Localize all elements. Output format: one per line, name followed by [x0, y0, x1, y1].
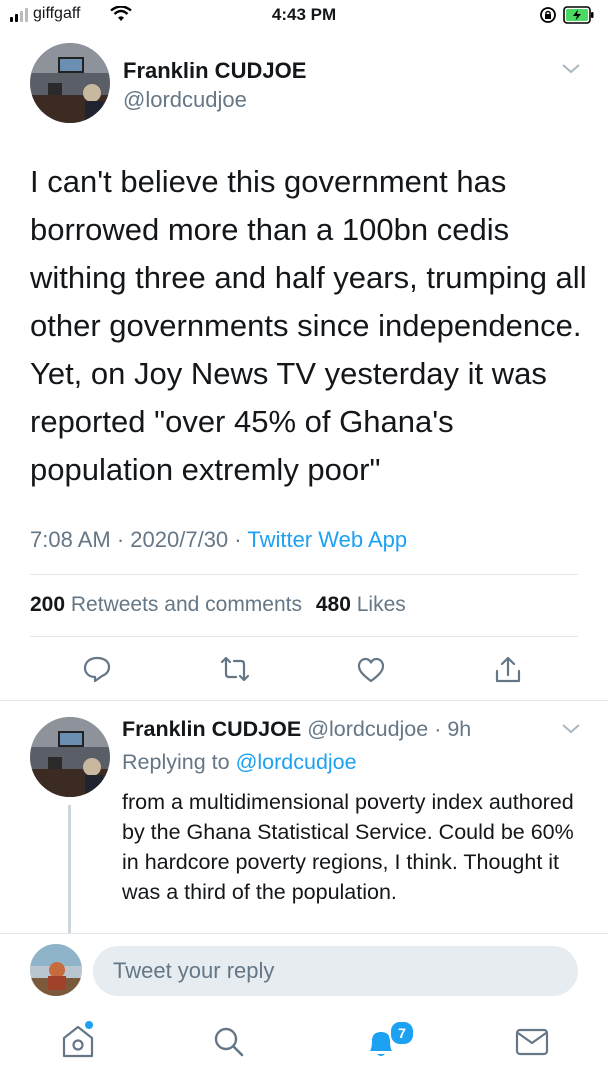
divider — [0, 700, 608, 701]
reply-author-name[interactable]: Franklin CUDJOE — [122, 717, 301, 741]
replying-to: Replying to @lordcudjoe — [122, 750, 357, 775]
replying-to-label: Replying to — [122, 750, 230, 774]
retweets-label: Retweets and comments — [70, 593, 302, 616]
home-icon[interactable] — [59, 1020, 97, 1060]
messages-envelope-icon[interactable] — [514, 1027, 550, 1057]
thread-line — [68, 805, 71, 933]
reply-header: Franklin CUDJOE @lordcudjoe · 9h — [122, 717, 471, 742]
reply-age: 9h — [447, 717, 472, 741]
status-bar: giffgaff 4:43 PM — [0, 0, 608, 32]
reply-placeholder: Tweet your reply — [113, 958, 275, 983]
replying-to-handle[interactable]: @lordcudjoe — [236, 750, 357, 774]
likes-count: 480 — [315, 593, 351, 616]
retweet-icon[interactable] — [218, 656, 252, 682]
rotation-lock-icon — [540, 7, 556, 23]
author-handle[interactable]: @lordcudjoe — [123, 87, 247, 113]
chevron-down-icon[interactable] — [560, 62, 582, 76]
like-heart-icon[interactable] — [356, 656, 386, 684]
tweet-time: 7:08 AM — [30, 527, 111, 552]
notifications-badge: 7 — [389, 1020, 415, 1046]
tweet-stats: 200 Retweets and comments 480 Likes — [30, 593, 406, 617]
search-icon[interactable] — [212, 1025, 246, 1059]
retweets-count: 200 — [30, 593, 66, 616]
reply-author-avatar[interactable] — [30, 717, 110, 797]
tweet-meta: 7:08 AM · 2020/7/30 · Twitter Web App — [30, 527, 407, 553]
divider — [30, 574, 578, 575]
author-avatar[interactable] — [30, 43, 110, 123]
reply-compose-input[interactable]: Tweet your reply — [93, 946, 578, 996]
battery-icon — [563, 6, 594, 24]
meta-separator: · — [428, 717, 448, 741]
status-time: 4:43 PM — [271, 5, 337, 24]
tweet-text: I can't believe this government has borr… — [30, 164, 587, 487]
meta-separator: · — [116, 527, 125, 552]
reply-icon[interactable] — [82, 655, 112, 683]
meta-separator: · — [234, 527, 242, 552]
retweets-stat[interactable]: 200 Retweets and comments — [30, 593, 308, 616]
reply-chevron-down-icon[interactable] — [560, 722, 582, 736]
likes-stat[interactable]: 480 Likes — [316, 593, 406, 616]
tweet-source-link[interactable]: Twitter Web App — [247, 527, 407, 552]
share-icon[interactable] — [494, 655, 522, 685]
reply-author-handle[interactable]: @lordcudjoe — [307, 717, 428, 741]
my-avatar[interactable] — [30, 944, 82, 996]
divider — [30, 636, 578, 637]
tweet-date: 2020/7/30 — [130, 527, 229, 552]
author-name[interactable]: Franklin CUDJOE — [123, 58, 306, 84]
likes-label: Likes — [356, 593, 406, 616]
reply-text: from a multidimensional poverty index au… — [122, 790, 574, 904]
